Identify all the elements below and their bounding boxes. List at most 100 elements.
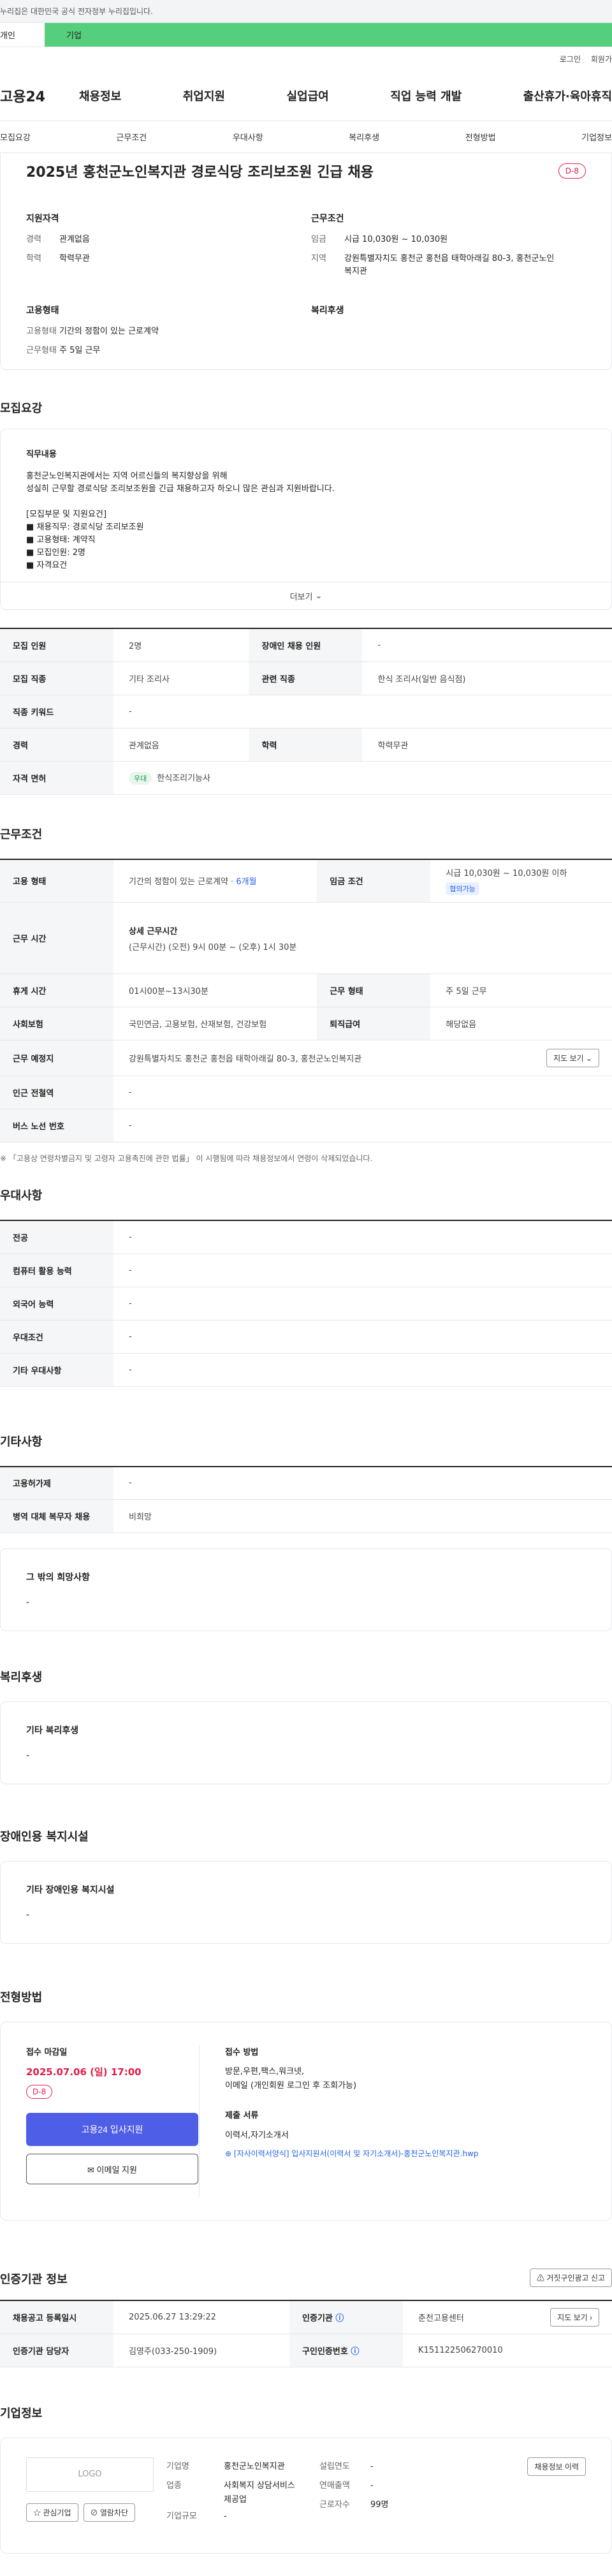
- subnav-process[interactable]: 전형방법: [465, 131, 496, 143]
- th-label: 인증기관: [302, 2313, 333, 2323]
- td: -: [113, 1254, 612, 1287]
- job-title: 2025년 홍천군노인복지관 경로식당 조리보조원 긴급 채용: [26, 165, 374, 181]
- subnav-pref[interactable]: 우대사항: [233, 131, 263, 143]
- td: 한식 조리사(일반 음식점): [362, 662, 612, 695]
- subnav-company[interactable]: 기업정보: [581, 131, 612, 143]
- th: 사회보험: [0, 1007, 113, 1040]
- desc-title: 직무내용: [26, 450, 57, 459]
- report-button[interactable]: ⚠ 거짓구인광고 신고: [529, 2269, 612, 2287]
- welfare-heading: 복리후생: [0, 1631, 612, 1701]
- report-icon: ⚠: [536, 2274, 544, 2283]
- kv-key: 설립연도: [319, 2461, 350, 2471]
- td: 기타 조리사: [113, 662, 249, 695]
- email-label: 이메일 지원: [96, 2165, 137, 2175]
- desc-line: [모집부문 및 지원요건]: [26, 510, 107, 519]
- login-link[interactable]: 로그인: [560, 54, 581, 64]
- job-description: 직무내용 홍천군노인복지관에서는 지역 어르신들의 복지향상을 위해 성실히 근…: [0, 429, 612, 582]
- th: 고용 형태: [0, 859, 113, 903]
- job-history-button[interactable]: 채용정보 이력: [527, 2457, 586, 2476]
- info-icon[interactable]: ⓘ: [351, 2347, 359, 2357]
- company-logo: LOGO: [26, 2457, 154, 2492]
- nav-jobs[interactable]: 채용정보: [79, 87, 121, 104]
- summary-qualification: 지원자격 경력 관계없음 학력 학력무관: [26, 212, 311, 285]
- apply-button[interactable]: 고용24 입사지원: [26, 2113, 198, 2146]
- join-link[interactable]: 회원가: [591, 54, 612, 64]
- place-value: 강원특별자치도 홍천군 홍천읍 태학아래길 80-3, 홍천군노인복지관: [129, 1055, 362, 1064]
- method-value-2: 이메일 (개인회원 로그인 후 조회가능): [225, 2081, 357, 2091]
- company-card: LOGO ☆ 관심기업 ⊘ 열람차단 기업명 홍천군노인복지관 업종 사회복지 상담…: [0, 2437, 612, 2554]
- nav-employment-support[interactable]: 취업지원: [183, 87, 225, 104]
- favorite-button[interactable]: ☆ 관심기업: [26, 2503, 78, 2522]
- kv-key: 업종: [166, 2480, 182, 2491]
- td: 비희망: [113, 1499, 612, 1533]
- nav-parental-leave[interactable]: 출산휴가·육아휴직: [523, 87, 612, 104]
- company-heading: 기업정보: [0, 2367, 612, 2438]
- kv-value: -: [370, 2461, 374, 2471]
- nav-unemployment-benefit[interactable]: 실업급여: [287, 87, 329, 104]
- pref-badge: 우대: [129, 771, 152, 785]
- org-value: 춘천고용센터: [418, 2313, 464, 2323]
- subnav-recruit[interactable]: 모집요강: [0, 131, 31, 143]
- td: K151122506270010: [403, 2334, 612, 2367]
- recruit-heading: 모집요강: [0, 370, 612, 429]
- section-title: 기타사항: [0, 1435, 43, 1449]
- time-title: 상세 근무시간: [129, 926, 178, 936]
- th: 퇴직급여: [317, 1007, 431, 1040]
- kv-value: 홍천군노인복지관: [224, 2461, 285, 2471]
- tab-personal[interactable]: 개인: [0, 23, 45, 47]
- subnav-work[interactable]: 근무조건: [116, 131, 147, 143]
- th: 외국어 능력: [0, 1287, 113, 1321]
- th: 병역 대체 복무자 채용: [0, 1499, 113, 1533]
- kv-value: 주 5일 근무: [59, 346, 101, 355]
- td: -: [113, 695, 612, 729]
- summary-welfare: 복리후생: [311, 304, 596, 364]
- td: 해당없음: [430, 1007, 612, 1040]
- nav-vocational-training[interactable]: 직업 능력 개발: [390, 87, 462, 104]
- block-button[interactable]: ⊘ 열람차단: [83, 2503, 136, 2522]
- block-icon: ⊘: [90, 2508, 98, 2517]
- map-label: 지도 보기: [557, 2313, 588, 2322]
- deadline-value: 2025.07.06 (일) 17:00: [26, 2066, 142, 2078]
- kv-key: 지역: [311, 254, 326, 263]
- method-value: 방문,우편,팩스,워크넷,: [225, 2067, 305, 2076]
- map-button[interactable]: 지도 보기 ⌄: [546, 1049, 599, 1067]
- work-table: 고용 형태 기간의 정함이 있는 근로계약 · 6개월 임금 조건 시급 10,030…: [0, 858, 612, 1143]
- site-logo[interactable]: 고용24: [0, 85, 70, 106]
- th: 장애인 채용 인원: [249, 628, 363, 662]
- desc-line: ■ 채용직무: 경로식당 조리보조원: [26, 522, 144, 532]
- th: 관련 직종: [249, 662, 363, 695]
- agency-heading: 인증기관 정보 ⚠ 거짓구인광고 신고: [0, 2221, 612, 2300]
- etc-heading: 기타사항: [0, 1387, 612, 1466]
- desc-line: 성실히 근무할 경로식당 조리보조원을 긴급 채용하고자 하오니 많은 관심과 …: [26, 484, 335, 494]
- desc-line: ■ 모집인원: 2명: [26, 548, 85, 558]
- kv-key: 임금: [311, 235, 326, 244]
- gov-banner-text: 누리집은 대한민국 공식 전자정부 누리집입니다.: [0, 7, 153, 16]
- kv-key: 고용형태: [26, 327, 57, 336]
- td: 관계없음: [113, 728, 249, 762]
- apply-card: 접수 마감일 2025.07.06 (일) 17:00 D-8 고용24 입사지…: [0, 2022, 612, 2221]
- agency-map-button[interactable]: 지도 보기 ›: [550, 2307, 599, 2327]
- kv-key: 기업명: [166, 2461, 189, 2471]
- subnav-welfare[interactable]: 복리후생: [349, 131, 379, 143]
- disabled-heading: 장애인용 복지시설: [0, 1784, 612, 1861]
- section-title: 복리후생: [0, 1671, 43, 1684]
- td: 주 5일 근무: [430, 973, 612, 1007]
- map-label: 지도 보기: [553, 1054, 584, 1063]
- more-label: 더보기: [289, 592, 313, 602]
- attachment-link[interactable]: ⊕ [자사이력서양식] 입사지원서(이력서 및 자기소개서)-홍천군노인복지관.…: [225, 2148, 586, 2159]
- th: 모집 인원: [0, 628, 113, 662]
- section-title: 근무조건: [0, 827, 43, 841]
- email-apply-button[interactable]: ✉ 이메일 지원: [26, 2154, 198, 2184]
- td: -: [113, 1109, 612, 1143]
- info-icon[interactable]: ⓘ: [335, 2314, 344, 2323]
- docs-label: 제출 서류: [225, 2111, 259, 2121]
- kv-value: -: [224, 2511, 227, 2521]
- section-title: 인증기관 정보: [0, 2273, 68, 2286]
- tab-enterprise[interactable]: 기업: [45, 23, 612, 47]
- more-button[interactable]: 더보기 ⌄: [0, 582, 612, 610]
- dday-badge: D-8: [558, 163, 586, 179]
- td: -: [113, 1353, 612, 1387]
- desc-line: 홍천군노인복지관에서는 지역 어르신들의 복지향상을 위해: [26, 471, 228, 481]
- td: 학력무관: [362, 728, 612, 762]
- th: 고용허가제: [0, 1466, 113, 1500]
